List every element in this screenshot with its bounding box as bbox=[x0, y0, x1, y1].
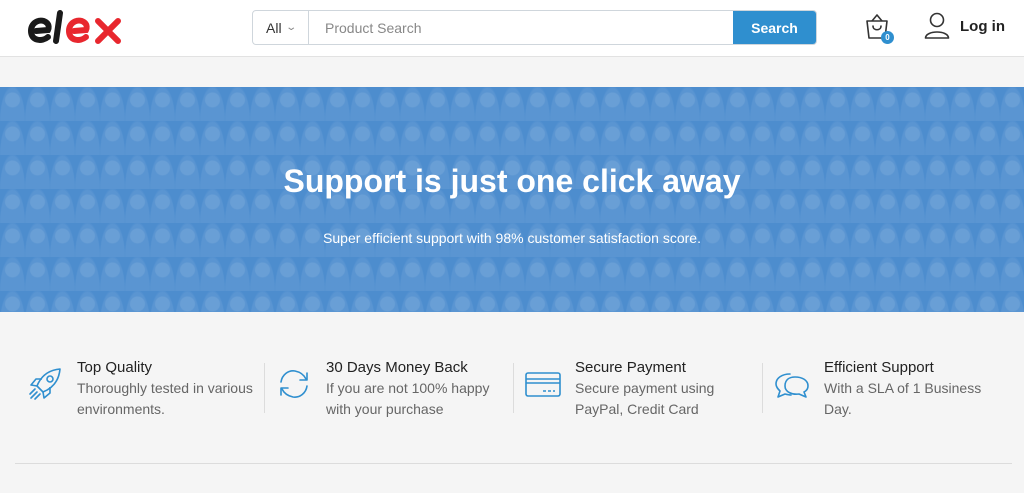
feature-description: Secure payment using PayPal, Credit Card bbox=[575, 380, 715, 417]
banner-title: Support is just one click away bbox=[283, 163, 741, 199]
search-category-select[interactable]: All ⌄ bbox=[253, 11, 309, 44]
rocket-icon bbox=[29, 368, 61, 400]
site-header: elex All ⌄ Search 0 Log in bbox=[0, 0, 1024, 57]
feature-money-back: 30 Days Money Back If you are not 100% h… bbox=[276, 352, 516, 422]
chat-icon bbox=[775, 373, 809, 398]
feature-efficient-support: Efficient Support With a SLA of 1 Busine… bbox=[774, 352, 1014, 422]
feature-top-quality: Top Quality Thoroughly tested in various… bbox=[27, 352, 267, 422]
login-link[interactable]: Log in bbox=[924, 12, 1005, 40]
product-search-bar: All ⌄ Search bbox=[252, 10, 817, 45]
feature-title: Secure Payment bbox=[575, 359, 686, 376]
elex-logo[interactable]: elex bbox=[28, 9, 138, 49]
feature-title: 30 Days Money Back bbox=[326, 359, 468, 376]
user-icon bbox=[924, 12, 950, 39]
feature-divider bbox=[513, 363, 514, 413]
cart-count-badge: 0 bbox=[881, 31, 894, 44]
banner-subtitle: Super efficient support with 98% custome… bbox=[323, 230, 701, 246]
feature-description: If you are not 100% happy with your purc… bbox=[326, 380, 490, 417]
feature-description: Thoroughly tested in various environment… bbox=[77, 380, 253, 417]
search-button[interactable]: Search bbox=[733, 11, 816, 44]
login-label: Log in bbox=[960, 17, 1005, 35]
feature-title: Efficient Support bbox=[824, 359, 934, 376]
search-category-label: All bbox=[266, 19, 282, 36]
search-input[interactable] bbox=[309, 11, 733, 44]
section-divider bbox=[15, 463, 1012, 464]
feature-list: Top Quality Thoroughly tested in various… bbox=[0, 352, 1024, 422]
feature-secure-payment: Secure Payment Secure payment using PayP… bbox=[525, 352, 765, 422]
chevron-down-icon: ⌄ bbox=[284, 22, 297, 33]
feature-divider bbox=[264, 363, 265, 413]
credit-card-icon bbox=[525, 372, 561, 397]
cart-button[interactable]: 0 bbox=[864, 12, 894, 44]
feature-description: With a SLA of 1 Business Day. bbox=[824, 380, 982, 417]
support-banner: Support is just one click away Super eff… bbox=[0, 87, 1024, 312]
refresh-icon bbox=[280, 370, 308, 398]
feature-divider bbox=[762, 363, 763, 413]
feature-title: Top Quality bbox=[77, 359, 153, 376]
